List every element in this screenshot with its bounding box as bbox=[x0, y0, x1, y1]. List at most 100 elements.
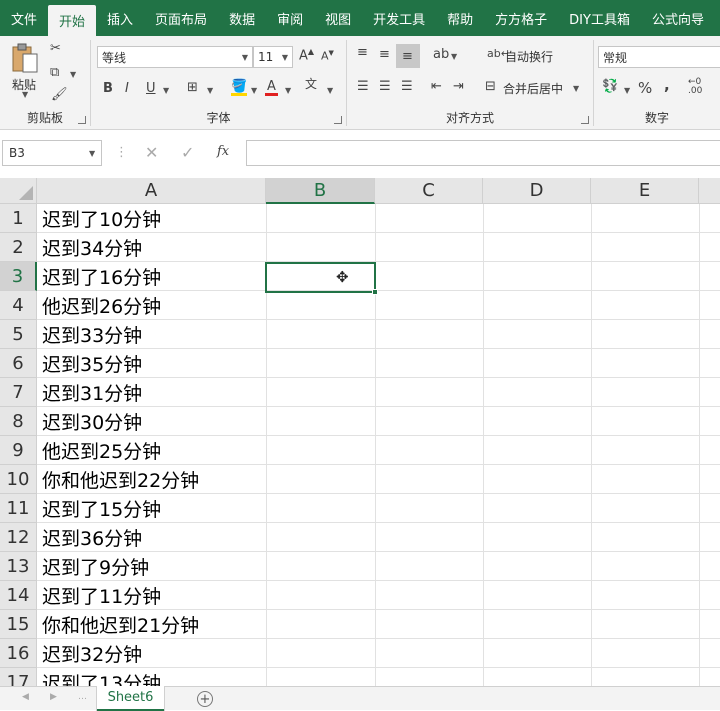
row-header[interactable]: 14 bbox=[0, 581, 37, 610]
cell-a[interactable]: 他迟到26分钟 bbox=[38, 291, 266, 320]
row-header[interactable]: 13 bbox=[0, 552, 37, 581]
prev-sheet-icon[interactable]: ◀ bbox=[22, 692, 29, 702]
cell-a[interactable]: 迟到了13分钟 bbox=[38, 668, 266, 686]
font-color-dropdown-icon[interactable]: ▼ bbox=[285, 86, 291, 95]
fill-handle[interactable] bbox=[372, 289, 378, 295]
merge-dropdown-icon[interactable]: ▼ bbox=[573, 84, 579, 93]
cell-a[interactable]: 迟到了10分钟 bbox=[38, 204, 266, 233]
row-header[interactable]: 5 bbox=[0, 320, 37, 349]
cell-a[interactable]: 你和他迟到21分钟 bbox=[38, 610, 266, 639]
selected-cell-b3[interactable] bbox=[265, 262, 376, 293]
row-header[interactable]: 7 bbox=[0, 378, 37, 407]
paste-button[interactable]: 粘贴 ▼ bbox=[8, 42, 42, 99]
copy-dropdown-icon[interactable]: ▼ bbox=[70, 70, 76, 79]
tab-developer[interactable]: 开发工具 bbox=[362, 0, 436, 36]
cell-a[interactable]: 迟到31分钟 bbox=[38, 378, 266, 407]
border-dropdown-icon[interactable]: ▼ bbox=[207, 86, 213, 95]
clipboard-launcher-icon[interactable] bbox=[78, 116, 86, 124]
tab-file[interactable]: 文件 bbox=[0, 0, 48, 36]
tab-page-layout[interactable]: 页面布局 bbox=[144, 0, 218, 36]
more-sheets-icon[interactable]: … bbox=[78, 692, 87, 702]
align-bottom-icon[interactable]: ≡ bbox=[402, 50, 413, 63]
cell-a[interactable]: 迟到了9分钟 bbox=[38, 552, 266, 581]
font-color-icon[interactable]: A bbox=[265, 80, 278, 96]
add-sheet-icon[interactable]: + bbox=[197, 691, 213, 707]
tab-diy-toolbox[interactable]: DIY工具箱 bbox=[558, 0, 641, 36]
column-header-c[interactable]: C bbox=[375, 178, 483, 204]
tab-view[interactable]: 视图 bbox=[314, 0, 362, 36]
fill-color-dropdown-icon[interactable]: ▼ bbox=[251, 86, 257, 95]
decrease-indent-icon[interactable]: ⇤ bbox=[431, 80, 442, 93]
wrap-text-button[interactable]: ab↵ 自动换行 bbox=[483, 44, 579, 66]
tab-formula-wizard[interactable]: 公式向导 bbox=[641, 0, 715, 36]
row-header[interactable]: 11 bbox=[0, 494, 37, 523]
row-header[interactable]: 2 bbox=[0, 233, 37, 262]
row-header[interactable]: 9 bbox=[0, 436, 37, 465]
insert-function-button[interactable]: fx bbox=[217, 145, 229, 158]
enter-icon[interactable]: ✓ bbox=[181, 145, 194, 161]
align-top-icon[interactable]: ≡ bbox=[357, 46, 368, 59]
align-right-icon[interactable]: ☰ bbox=[401, 80, 413, 93]
format-painter-icon[interactable]: 🖌 bbox=[51, 88, 68, 101]
underline-icon[interactable]: U bbox=[146, 82, 156, 95]
phonetic-icon[interactable]: 文 bbox=[305, 78, 317, 90]
column-header-a[interactable]: A bbox=[37, 178, 266, 204]
cut-icon[interactable]: ✂ bbox=[50, 42, 61, 55]
next-sheet-icon[interactable]: ▶ bbox=[50, 692, 57, 702]
accounting-format-icon[interactable]: 💱 bbox=[602, 80, 618, 93]
alignment-launcher-icon[interactable] bbox=[581, 116, 589, 124]
row-header[interactable]: 3 bbox=[0, 262, 37, 291]
cancel-icon[interactable]: ✕ bbox=[145, 145, 158, 161]
row-header[interactable]: 12 bbox=[0, 523, 37, 552]
orientation-dropdown-icon[interactable]: ▼ bbox=[451, 52, 457, 61]
cell-a[interactable]: 迟到了11分钟 bbox=[38, 581, 266, 610]
number-format-select[interactable]: 常规 bbox=[598, 46, 720, 68]
font-launcher-icon[interactable] bbox=[334, 116, 342, 124]
row-header[interactable]: 17 bbox=[0, 668, 37, 686]
increase-font-size-icon[interactable]: A▲ bbox=[299, 48, 314, 63]
row-header[interactable]: 10 bbox=[0, 465, 37, 494]
formula-input[interactable] bbox=[246, 140, 720, 166]
tab-insert[interactable]: 插入 bbox=[96, 0, 144, 36]
cell-a[interactable]: 迟到了16分钟 bbox=[38, 262, 266, 291]
font-size-select[interactable]: 11 ▼ bbox=[253, 46, 293, 68]
decrease-font-size-icon[interactable]: A▼ bbox=[321, 50, 334, 62]
copy-icon[interactable]: ⧉ bbox=[50, 66, 59, 79]
row-header[interactable]: 8 bbox=[0, 407, 37, 436]
font-name-select[interactable]: 等线 ▼ bbox=[97, 46, 253, 68]
phonetic-dropdown-icon[interactable]: ▼ bbox=[327, 86, 333, 95]
increase-decimal-icon[interactable]: ←0.00 bbox=[688, 78, 702, 96]
column-header-b[interactable]: B bbox=[266, 178, 375, 204]
align-center-icon[interactable]: ☰ bbox=[379, 80, 391, 93]
paste-dropdown-icon[interactable]: ▼ bbox=[22, 90, 28, 99]
percent-style-button[interactable]: % bbox=[638, 81, 652, 96]
border-icon[interactable]: ⊞ bbox=[187, 81, 198, 94]
tab-home[interactable]: 开始 bbox=[48, 5, 97, 36]
cell-a[interactable]: 迟到36分钟 bbox=[38, 523, 266, 552]
fill-color-icon[interactable]: 🪣 bbox=[231, 80, 248, 96]
align-left-icon[interactable]: ☰ bbox=[357, 80, 369, 93]
cell-a[interactable]: 迟到33分钟 bbox=[38, 320, 266, 349]
select-all-button[interactable] bbox=[0, 178, 37, 204]
accounting-dropdown-icon[interactable]: ▼ bbox=[624, 86, 630, 95]
merge-center-button[interactable]: ⊟ 合并后居中 ▼ bbox=[483, 76, 587, 98]
row-header[interactable]: 6 bbox=[0, 349, 37, 378]
column-header-f[interactable] bbox=[699, 178, 720, 204]
bold-icon[interactable]: B bbox=[103, 82, 113, 95]
name-box[interactable]: B3 ▼ bbox=[2, 140, 102, 166]
column-header-d[interactable]: D bbox=[483, 178, 591, 204]
row-header[interactable]: 1 bbox=[0, 204, 37, 233]
increase-indent-icon[interactable]: ⇥ bbox=[453, 80, 464, 93]
tab-data[interactable]: 数据 bbox=[218, 0, 266, 36]
row-header[interactable]: 4 bbox=[0, 291, 37, 320]
column-header-e[interactable]: E bbox=[591, 178, 699, 204]
italic-icon[interactable]: I bbox=[125, 82, 129, 95]
cell-a[interactable]: 迟到30分钟 bbox=[38, 407, 266, 436]
tab-fangfang[interactable]: 方方格子 bbox=[484, 0, 558, 36]
cell-a[interactable]: 迟到35分钟 bbox=[38, 349, 266, 378]
underline-dropdown-icon[interactable]: ▼ bbox=[163, 86, 169, 95]
cell-a[interactable]: 迟到了15分钟 bbox=[38, 494, 266, 523]
cell-a[interactable]: 迟到34分钟 bbox=[38, 233, 266, 262]
tab-review[interactable]: 审阅 bbox=[266, 0, 314, 36]
align-middle-icon[interactable]: ≡ bbox=[379, 48, 390, 61]
